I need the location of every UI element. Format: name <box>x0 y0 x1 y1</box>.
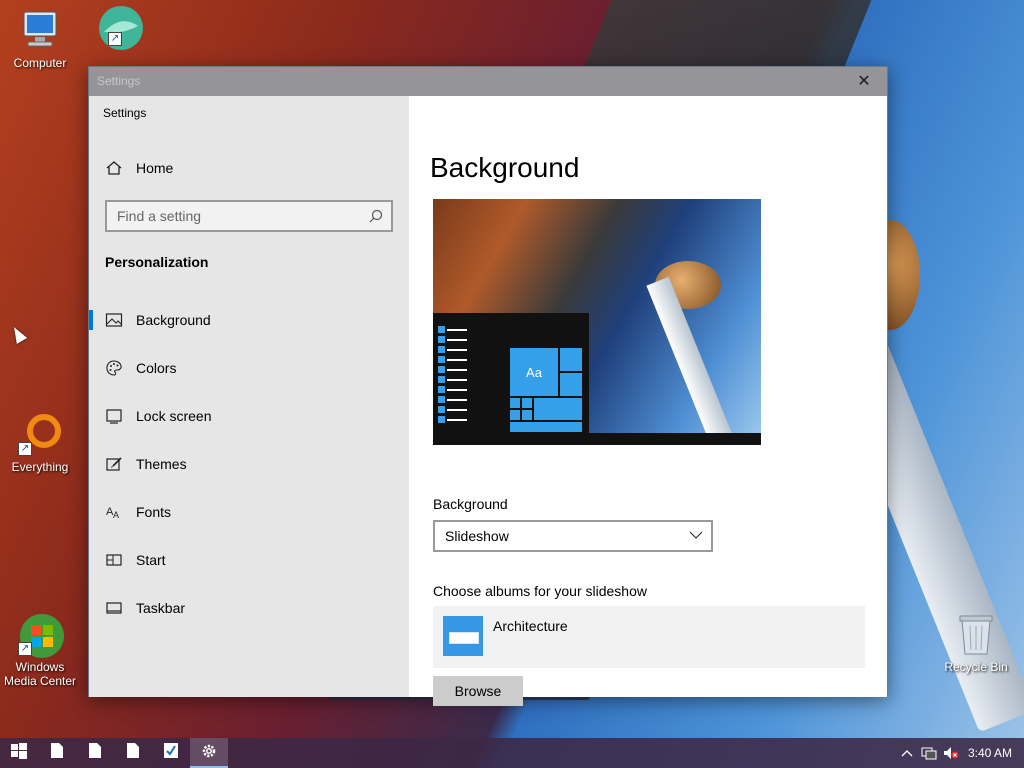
search-input[interactable] <box>117 208 357 224</box>
desktop-icon-label: Everything <box>11 460 69 474</box>
home-label: Home <box>136 160 174 176</box>
network-icon[interactable] <box>918 738 940 768</box>
background-dropdown[interactable]: Slideshow <box>433 520 713 552</box>
chevron-down-icon <box>689 528 703 542</box>
clock[interactable]: 3:40 AM <box>962 746 1024 760</box>
sidebar-item-label: Fonts <box>136 504 172 520</box>
desktop-icon-recycle-bin[interactable]: Recycle Bin <box>936 612 1016 674</box>
start-button[interactable] <box>0 738 38 768</box>
page-title: Background <box>430 152 580 183</box>
shortcut-arrow-icon: ↗ <box>18 442 32 456</box>
checklist-icon <box>164 743 178 763</box>
desktop-icon-computer[interactable]: Computer <box>0 8 80 70</box>
search-icon <box>369 209 383 223</box>
window-titlebar[interactable]: Settings ✕ <box>89 67 887 96</box>
svg-text:A: A <box>113 510 119 520</box>
background-preview: Aa <box>433 199 761 445</box>
albums-label: Choose albums for your slideshow <box>433 583 647 599</box>
system-tray: 3:40 AM <box>896 738 1024 768</box>
sidebar-item-fonts[interactable]: AA Fonts <box>89 492 409 532</box>
sidebar-item-background[interactable]: Background <box>89 300 409 340</box>
shortcut-arrow-icon: ↗ <box>18 642 32 656</box>
taskbar-app-settings[interactable] <box>190 738 228 768</box>
brush-icon <box>105 455 123 473</box>
chevron-up-icon[interactable] <box>896 738 918 768</box>
preview-taskbar <box>433 433 761 445</box>
home-icon <box>105 159 123 177</box>
desktop-icon-teal-app[interactable]: ↗ <box>76 4 156 52</box>
sidebar-item-label: Colors <box>136 360 177 376</box>
volume-muted-icon[interactable] <box>940 738 962 768</box>
section-heading: Personalization <box>105 254 209 270</box>
preview-tiles: Aa <box>509 347 583 433</box>
desktop-icon-label: Computer <box>13 56 67 70</box>
home-nav-item[interactable]: Home <box>89 148 409 188</box>
teal-app-icon: ↗ <box>94 4 143 50</box>
lock-screen-icon <box>105 407 123 425</box>
browse-button[interactable]: Browse <box>433 676 523 706</box>
sidebar-item-label: Background <box>136 312 211 328</box>
taskbar-icon <box>105 599 123 617</box>
album-item[interactable]: Architecture <box>433 606 865 668</box>
album-folder-icon <box>443 616 483 656</box>
sidebar-item-label: Taskbar <box>136 600 186 616</box>
document-icon <box>51 743 63 763</box>
sidebar-item-label: Lock screen <box>136 408 212 424</box>
windows-media-center-icon: ↗ <box>18 612 64 658</box>
settings-window: Settings ✕ Settings Home Personalization <box>88 66 888 706</box>
close-button[interactable]: ✕ <box>841 67 887 96</box>
palette-icon <box>105 359 123 377</box>
album-name: Architecture <box>493 618 568 634</box>
desktop-icon-label: Windows Media Center <box>3 660 77 688</box>
document-icon <box>89 743 101 763</box>
sidebar-item-label: Themes <box>136 456 187 472</box>
document-icon <box>127 743 139 763</box>
fonts-icon: AA <box>105 503 123 521</box>
recycle-bin-icon <box>954 612 998 656</box>
desktop-icon-windows-media-center[interactable]: ↗ Windows Media Center <box>0 612 80 688</box>
mouse-cursor <box>8 324 28 344</box>
taskbar-app-document-2[interactable] <box>76 738 114 768</box>
sidebar-item-colors[interactable]: Colors <box>89 348 409 388</box>
taskbar-app-document-1[interactable] <box>38 738 76 768</box>
app-title: Settings <box>103 106 147 120</box>
settings-sidebar: Settings Home Personalization Background <box>89 96 409 697</box>
sidebar-item-themes[interactable]: Themes <box>89 444 409 484</box>
preview-tile-text: Aa <box>526 364 542 380</box>
start-icon <box>105 551 123 569</box>
sidebar-item-start[interactable]: Start <box>89 540 409 580</box>
taskbar: 3:40 AM <box>0 738 1024 768</box>
computer-icon <box>18 8 62 52</box>
taskbar-app-document-3[interactable] <box>114 738 152 768</box>
desktop-icon-everything[interactable]: ↗ Everything <box>0 412 80 474</box>
picture-icon <box>105 311 123 329</box>
taskbar-app-checklist[interactable] <box>152 738 190 768</box>
everything-icon: ↗ <box>18 412 62 456</box>
gear-icon <box>201 743 217 764</box>
sidebar-item-taskbar[interactable]: Taskbar <box>89 588 409 628</box>
desktop-icon-label: Recycle Bin <box>944 660 1008 674</box>
background-label: Background <box>433 496 508 512</box>
window-title: Settings <box>97 74 141 88</box>
windows-logo-icon <box>11 742 27 764</box>
background-dropdown-value: Slideshow <box>445 528 509 544</box>
sidebar-item-lock-screen[interactable]: Lock screen <box>89 396 409 436</box>
search-field[interactable] <box>105 200 393 232</box>
shortcut-arrow-icon: ↗ <box>108 32 122 46</box>
sidebar-item-label: Start <box>136 552 166 568</box>
settings-content: Background Aa Background Slideshow Choos… <box>409 96 887 706</box>
